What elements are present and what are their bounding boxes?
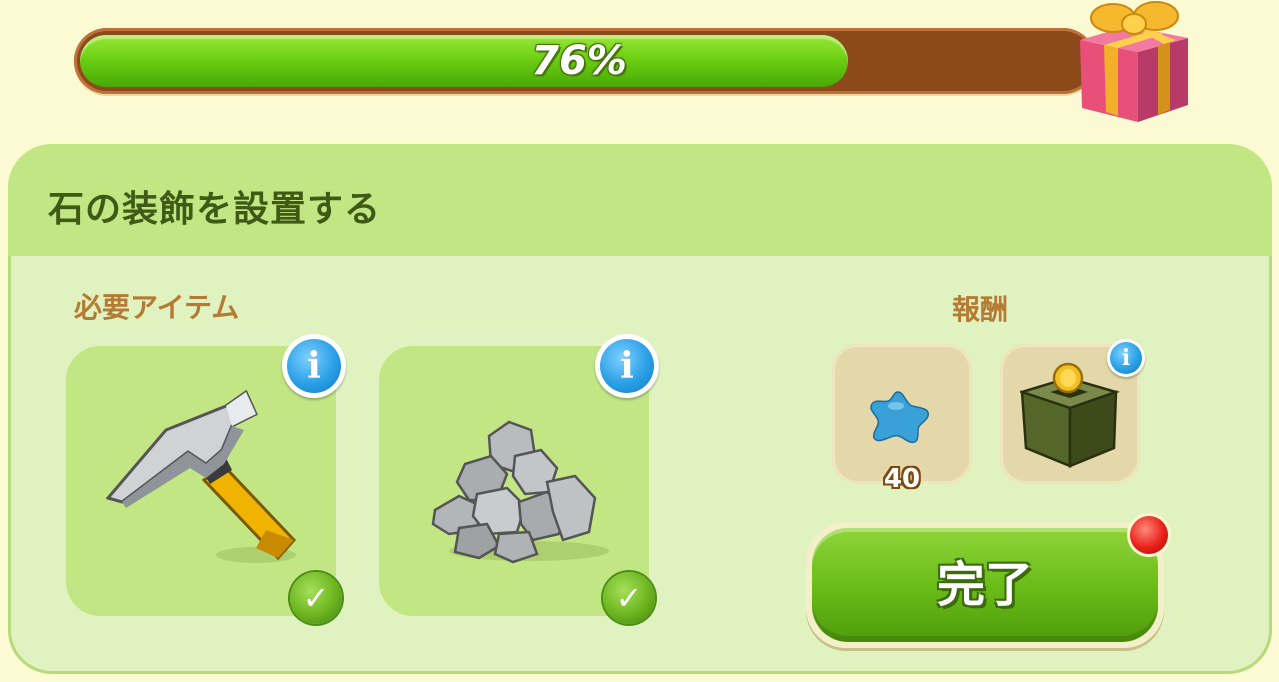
info-icon: i (1110, 342, 1142, 374)
info-button-hammer[interactable]: i (282, 334, 346, 398)
complete-button[interactable]: 完了 (806, 522, 1164, 648)
reward-star-count: 40 (883, 464, 921, 494)
reward-blue-star[interactable] (832, 344, 972, 484)
hammer-icon (106, 390, 297, 563)
quest-title: 石の装飾を設置する (48, 189, 382, 230)
stone-pile-icon (431, 420, 609, 564)
info-icon: i (600, 339, 654, 393)
complete-button-face: 完了 (812, 528, 1158, 642)
check-icon: ✓ (603, 572, 655, 624)
info-button-coin-box[interactable]: i (1107, 339, 1145, 377)
progress-label: 76% (531, 38, 627, 84)
reward-label: 報酬 (952, 293, 1009, 326)
progress-bar: 76% (74, 28, 1096, 94)
complete-button-label: 完了 (936, 557, 1033, 613)
gift-box-icon[interactable] (1068, 0, 1198, 125)
panel-header: 石の装飾を設置する (8, 144, 1272, 256)
info-button-stones[interactable]: i (595, 334, 659, 398)
required-items-label: 必要アイテム (74, 291, 240, 324)
notification-dot (1130, 516, 1168, 554)
blue-star-icon (870, 391, 929, 444)
check-icon: ✓ (290, 572, 342, 624)
coin-box-icon (1020, 362, 1120, 468)
info-icon: i (287, 339, 341, 393)
